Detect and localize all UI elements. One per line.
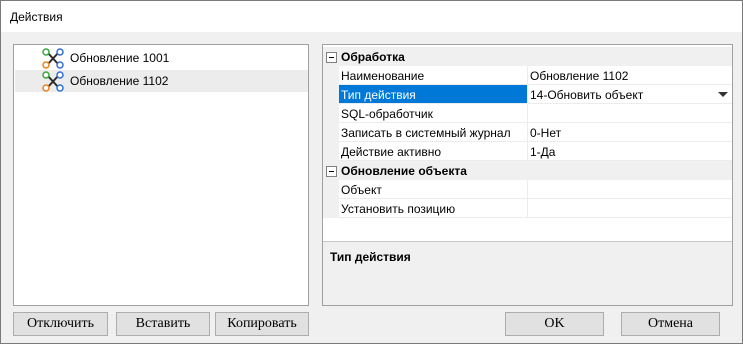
description-divider (323, 241, 732, 242)
action-node-icon (42, 48, 64, 69)
collapse-icon[interactable] (326, 52, 337, 63)
category-title: Обновление объекта (341, 164, 467, 178)
property-value[interactable]: Обновление 1102 (530, 69, 730, 83)
property-grid-rows: Обработка Наименование Обновление 1102 Т… (323, 45, 732, 241)
property-name: Наименование (341, 69, 425, 83)
property-name: Установить позицию (341, 202, 456, 216)
property-row-object[interactable]: Объект (323, 180, 732, 199)
dialog-window: Действия Обновление 1001 Обновление 1102… (0, 0, 743, 344)
property-value[interactable]: 1-Да (530, 145, 730, 159)
title-bar: Действия (1, 1, 742, 32)
property-row-name[interactable]: Наименование Обновление 1102 (323, 66, 732, 85)
property-row-system-log[interactable]: Записать в системный журнал 0-Нет (323, 123, 732, 142)
property-name: Тип действия (341, 88, 416, 102)
tree-item-label: Обновление 1102 (70, 74, 169, 88)
category-title: Обработка (341, 50, 405, 64)
property-row-action-type[interactable]: Тип действия 14-Обновить объект (323, 85, 732, 104)
property-name: Записать в системный журнал (341, 126, 511, 140)
tree-item-update-1001[interactable]: Обновление 1001 (15, 47, 308, 69)
action-type-select[interactable]: 14-Обновить объект (530, 88, 730, 102)
copy-button[interactable]: Копировать (215, 312, 309, 336)
property-value[interactable]: 0-Нет (530, 126, 730, 140)
property-row-set-position[interactable]: Установить позицию (323, 199, 732, 218)
chevron-down-icon[interactable] (718, 92, 728, 97)
action-node-icon (42, 71, 64, 92)
insert-button[interactable]: Вставить (116, 312, 210, 336)
category-object-update[interactable]: Обновление объекта (323, 161, 732, 180)
description-title: Тип действия (330, 250, 411, 264)
property-name: Действие активно (341, 145, 442, 159)
tree-item-update-1102[interactable]: Обновление 1102 (15, 70, 308, 92)
collapse-icon[interactable] (326, 166, 337, 177)
tree-item-label: Обновление 1001 (70, 51, 170, 65)
disable-button[interactable]: Отключить (13, 312, 108, 336)
property-name: SQL-обработчик (341, 107, 433, 121)
category-processing[interactable]: Обработка (323, 47, 732, 66)
property-grid: Обработка Наименование Обновление 1102 Т… (322, 44, 733, 306)
property-row-sql-handler[interactable]: SQL-обработчик (323, 104, 732, 123)
property-row-action-active[interactable]: Действие активно 1-Да (323, 142, 732, 161)
cancel-button[interactable]: Отмена (621, 312, 720, 336)
ok-button[interactable]: OK (505, 312, 604, 336)
property-name: Объект (341, 183, 382, 197)
window-title: Действия (10, 10, 63, 24)
actions-tree[interactable]: Обновление 1001 Обновление 1102 (13, 44, 309, 306)
